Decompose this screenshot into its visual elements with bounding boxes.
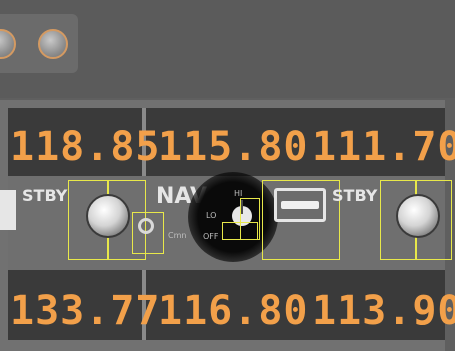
- switch-pos-off: OFF: [203, 232, 219, 241]
- switch-lower-hotspot[interactable]: [222, 222, 258, 240]
- switch-pos-hi: HI: [234, 189, 243, 198]
- nav-cmn-label: Cmn: [168, 231, 187, 240]
- nav-ident-knob[interactable]: [138, 218, 154, 234]
- nav-tuning-knob[interactable]: [396, 194, 440, 238]
- switch-pos-lo: LO: [206, 211, 217, 220]
- nav2-standby-frequency: 113.90: [312, 288, 455, 334]
- round-button-1[interactable]: [0, 29, 16, 59]
- top-panel: [0, 14, 78, 73]
- nav-swap-button[interactable]: [274, 188, 326, 222]
- round-button-2[interactable]: [38, 29, 68, 59]
- com-tuning-knob[interactable]: [86, 194, 130, 238]
- stby-label-right: STBY: [332, 186, 378, 205]
- com-active-frequency: 118.85: [10, 124, 161, 170]
- nav2-active-frequency: 116.80: [158, 288, 309, 334]
- left-swap-button-edge[interactable]: [0, 190, 16, 230]
- com2-active-frequency: 133.77: [10, 288, 161, 334]
- nav-active-frequency: 115.80: [158, 124, 309, 170]
- stby-label-left: STBY: [22, 186, 68, 205]
- nav-standby-frequency: 111.70: [312, 124, 455, 170]
